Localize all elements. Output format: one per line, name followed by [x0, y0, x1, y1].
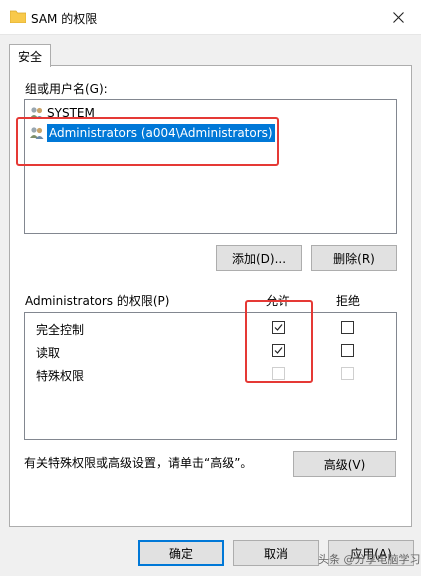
- title-bar: SAM 的权限: [0, 0, 421, 35]
- list-item-system[interactable]: SYSTEM: [29, 104, 95, 122]
- permissions-table: 完全控制 读取 特殊权限: [24, 312, 397, 440]
- folder-icon: [10, 10, 26, 23]
- tab-security-label: 安全: [17, 49, 42, 64]
- user-group-icon: [30, 107, 44, 119]
- ok-button[interactable]: 确定: [138, 540, 224, 566]
- advanced-button-label: 高级(V): [323, 457, 366, 472]
- add-button-label: 添加(D)...: [231, 251, 287, 266]
- window-title: SAM 的权限: [31, 12, 98, 26]
- deny-checkbox-read[interactable]: [341, 344, 354, 357]
- watermark: 头条 @分享电脑学习: [318, 553, 421, 566]
- user-name: SYSTEM: [47, 106, 95, 120]
- permission-name: 特殊权限: [36, 369, 85, 383]
- list-item-administrators[interactable]: Administrators (a004\Administrators): [29, 124, 275, 142]
- allow-checkbox-full-control[interactable]: [272, 321, 285, 334]
- tab-security[interactable]: 安全: [9, 44, 51, 67]
- cancel-button[interactable]: 取消: [233, 540, 319, 566]
- close-icon: [392, 11, 404, 23]
- allow-column-header: 允许: [266, 294, 291, 308]
- user-name: Administrators (a004\Administrators): [47, 124, 275, 142]
- remove-button-label: 删除(R): [333, 251, 375, 266]
- remove-button[interactable]: 删除(R): [311, 245, 397, 271]
- checkmark-icon: [274, 347, 283, 354]
- advanced-button[interactable]: 高级(V): [293, 451, 396, 477]
- close-button[interactable]: [375, 0, 421, 34]
- permission-name: 完全控制: [36, 323, 85, 337]
- advanced-note: 有关特殊权限或高级设置，请单击“高级”。: [24, 456, 253, 470]
- users-label: 组或用户名(G):: [25, 82, 108, 96]
- checkmark-icon: [274, 324, 283, 331]
- add-button[interactable]: 添加(D)...: [216, 245, 302, 271]
- deny-checkbox-full-control[interactable]: [341, 321, 354, 334]
- deny-column-header: 拒绝: [336, 294, 361, 308]
- allow-checkbox-read[interactable]: [272, 344, 285, 357]
- user-group-icon: [30, 127, 44, 139]
- permissions-label: Administrators 的权限(P): [25, 294, 170, 308]
- allow-checkbox-special: [272, 367, 285, 380]
- permission-name: 读取: [36, 346, 61, 360]
- cancel-button-label: 取消: [263, 546, 288, 561]
- deny-checkbox-special: [341, 367, 354, 380]
- users-listbox[interactable]: SYSTEM Administrators (a004\Administrato…: [24, 99, 397, 234]
- ok-button-label: 确定: [168, 546, 193, 561]
